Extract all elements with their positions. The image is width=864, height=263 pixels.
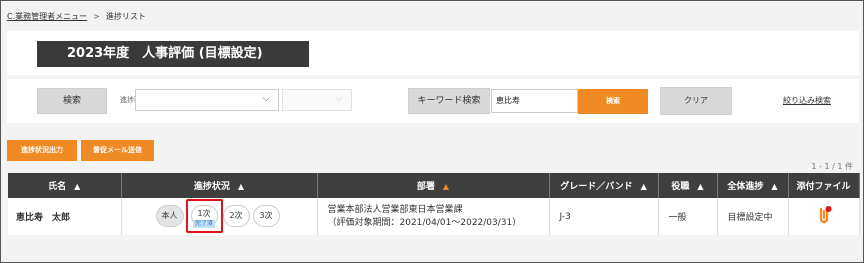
cell-attach: [788, 198, 860, 235]
refine-search-link[interactable]: 絞り込み検索: [783, 95, 831, 106]
cell-grade: J-3: [549, 198, 659, 235]
cell-dept: 営業本部法人営業部東日本営業課 （評価対象期間：2021/04/01～2022/…: [317, 198, 550, 235]
cell-overall: 目標設定中: [717, 198, 789, 235]
header-name[interactable]: 氏名 ▲: [8, 173, 122, 198]
chevron-down-icon: ⌵: [335, 93, 343, 104]
reminder-mail-button[interactable]: 督促メール送信: [81, 140, 154, 161]
sort-asc-icon: ▲: [697, 182, 704, 191]
step-second[interactable]: 2次: [222, 205, 250, 227]
cell-progress: 本人 1次 完了済 2次 3次: [121, 198, 318, 235]
page-title: 2023年度 人事評価 (目標設定): [37, 41, 309, 67]
sort-asc-icon: ▲: [640, 182, 647, 191]
filter-select-2[interactable]: ⌵: [282, 89, 352, 111]
header-grade[interactable]: グレード／バンド ▲: [549, 173, 659, 198]
header-overall[interactable]: 全体進捗 ▲: [717, 173, 789, 198]
title-panel: 2023年度 人事評価 (目標設定): [7, 31, 859, 75]
table-header-row: 氏名 ▲ 進捗状況 ▲ 部署 ▲ グレード／バンド ▲ 役職 ▲ 全体進捗 ▲ 添付ファイル: [8, 173, 860, 198]
sort-asc-icon: ▲: [771, 182, 778, 191]
pagination-count: 1 - 1 / 1 件: [811, 162, 853, 171]
breadcrumb: C.業務管理者メニュー > 進捗リスト: [7, 11, 146, 22]
chevron-down-icon: ⌵: [262, 93, 270, 104]
progress-table: 氏名 ▲ 進捗状況 ▲ 部署 ▲ グレード／バンド ▲ 役職 ▲ 全体進捗 ▲ 添付ファイル…: [8, 173, 860, 235]
sort-asc-icon: ▲: [74, 182, 81, 191]
filter-select-1[interactable]: ⌵: [135, 89, 279, 111]
keyword-search-label: キーワード検索: [408, 88, 490, 114]
breadcrumb-separator: >: [93, 12, 100, 21]
highlight-box: [185, 199, 223, 233]
header-dept[interactable]: 部署 ▲: [317, 173, 550, 198]
clear-button[interactable]: クリア: [660, 87, 732, 115]
sort-asc-icon: ▲: [237, 182, 245, 191]
header-role[interactable]: 役職 ▲: [658, 173, 718, 198]
page-frame: C.業務管理者メニュー > 進捗リスト 2023年度 人事評価 (目標設定) 検索 …: [0, 0, 864, 263]
search-label-button[interactable]: 検索: [37, 88, 107, 114]
cell-role: 一般: [658, 198, 718, 235]
keyword-input[interactable]: 恵比寿: [491, 89, 578, 113]
breadcrumb-link-menu[interactable]: C.業務管理者メニュー: [7, 12, 87, 21]
attachment-icon[interactable]: [816, 205, 832, 225]
sort-asc-icon: ▲: [442, 182, 450, 191]
cell-name: 恵比寿 太郎: [8, 198, 122, 235]
header-attach: 添付ファイル: [788, 173, 860, 198]
header-progress[interactable]: 進捗状況 ▲: [121, 173, 318, 198]
step-self[interactable]: 本人: [155, 205, 184, 227]
search-button[interactable]: 検索: [578, 89, 648, 114]
dept-name: 営業本部法人営業部東日本営業課: [327, 204, 463, 215]
step-third[interactable]: 3次: [252, 205, 280, 227]
progress-output-button[interactable]: 進捗状況出力: [7, 140, 77, 161]
search-panel: 検索 進捗確認 ⌵ ⌵ キーワード検索 恵比寿 検索 クリア 絞り込み検索: [7, 79, 859, 123]
dept-period: （評価対象期間：2021/04/01～2022/03/31）: [327, 217, 522, 228]
table-row: 恵比寿 太郎 本人 1次 完了済 2次 3次 営業本部法人営業部東日本営業課 （…: [8, 198, 860, 235]
breadcrumb-current: 進捗リスト: [105, 12, 146, 21]
